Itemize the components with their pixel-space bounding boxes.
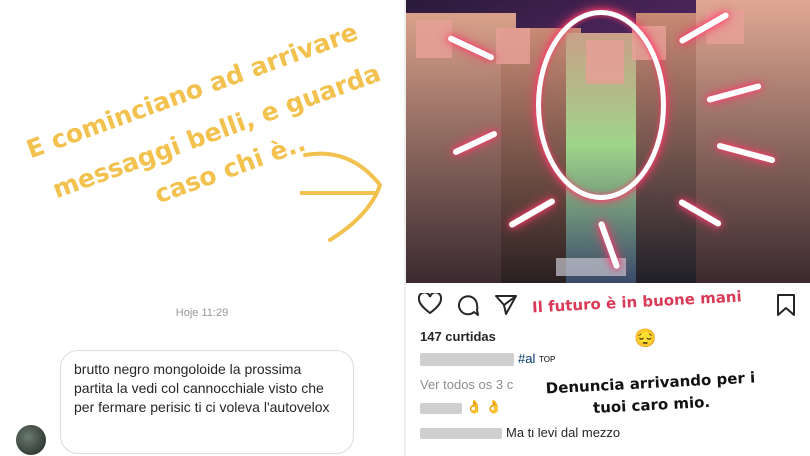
instagram-post-panel: 147 curtidas #al TOP Ver todos os 3 c 👌 … bbox=[406, 0, 810, 456]
blurred-face bbox=[496, 28, 530, 64]
redacted-username bbox=[420, 353, 514, 366]
caption-hashtag[interactable]: #al TOP bbox=[518, 351, 555, 366]
arrow-icon bbox=[300, 151, 383, 242]
share-icon[interactable] bbox=[494, 293, 518, 317]
post-photo[interactable] bbox=[406, 0, 810, 283]
top-label: TOP bbox=[538, 355, 556, 365]
pensive-emoji: 😔 bbox=[634, 328, 657, 348]
message-bubble[interactable]: brutto negro mongoloide la prossima part… bbox=[60, 350, 354, 454]
denuncia-sticker: Denuncia arrivando per i tuoi caro mio. bbox=[518, 359, 784, 429]
neon-circle bbox=[536, 10, 666, 200]
story-dm-panel: E cominciano ad arrivare messaggi belli,… bbox=[0, 0, 404, 456]
redacted-username bbox=[420, 403, 462, 414]
comment-icon[interactable] bbox=[456, 293, 480, 317]
view-all-comments[interactable]: Ver todos os 3 c bbox=[420, 377, 513, 392]
post-action-bar bbox=[418, 293, 518, 317]
comment-emojis: 👌 👌 bbox=[466, 399, 502, 414]
bookmark-icon[interactable] bbox=[776, 293, 796, 317]
redacted-username bbox=[420, 428, 502, 439]
hashtag-text[interactable]: #al bbox=[518, 351, 535, 366]
heart-icon[interactable] bbox=[418, 293, 442, 315]
futuro-sticker: Il futuro è in buone mani bbox=[523, 283, 751, 321]
blurred-face bbox=[416, 20, 452, 58]
sender-avatar[interactable] bbox=[16, 425, 46, 455]
message-timestamp: Hoje 11:29 bbox=[175, 307, 229, 319]
like-count[interactable]: 147 curtidas bbox=[420, 329, 496, 344]
